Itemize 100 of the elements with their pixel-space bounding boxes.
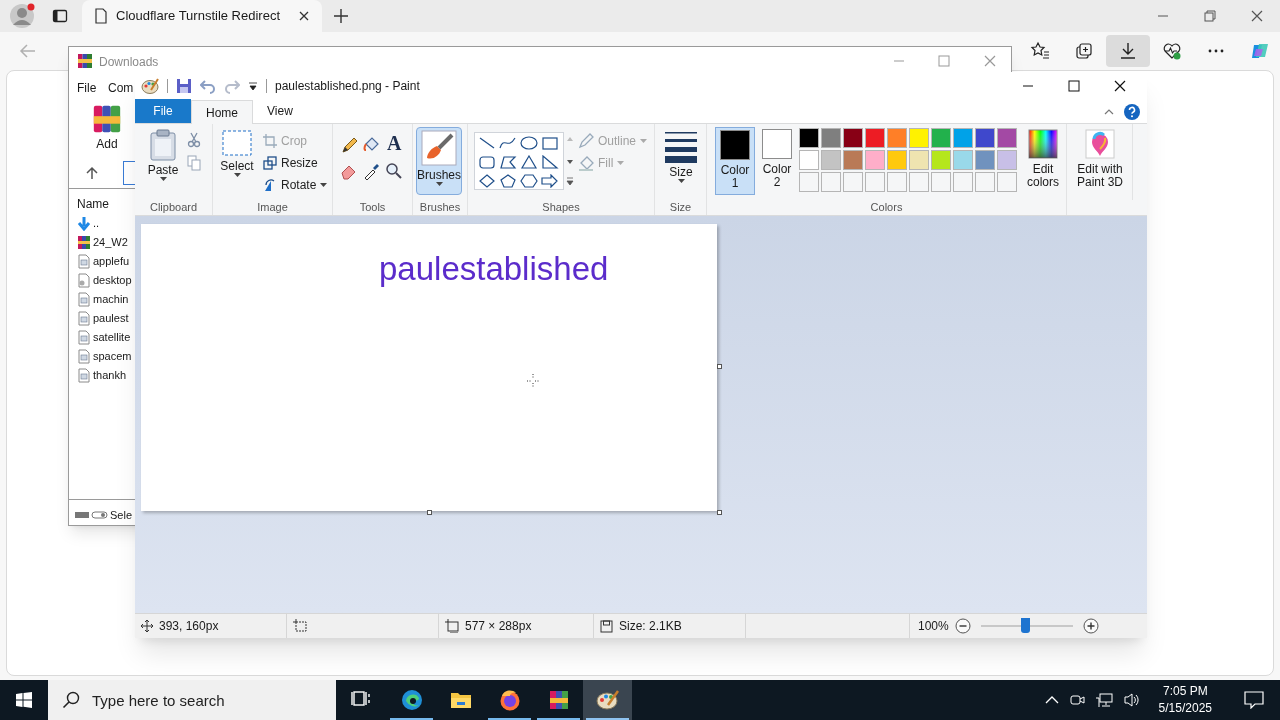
collections-icon[interactable] xyxy=(1074,41,1094,61)
size-button[interactable]: Size xyxy=(659,127,703,195)
file-name[interactable]: thankh xyxy=(93,367,127,384)
color-swatch[interactable] xyxy=(799,150,819,170)
close-icon[interactable] xyxy=(1251,10,1263,22)
pentagon-icon[interactable] xyxy=(499,174,517,188)
resize-handle[interactable] xyxy=(427,510,432,515)
rounded-rectangle-icon[interactable] xyxy=(478,155,496,169)
line-icon[interactable] xyxy=(478,136,496,150)
arrow-icon[interactable] xyxy=(541,174,559,188)
menu-item[interactable]: File xyxy=(77,79,97,97)
file-name[interactable]: spacem xyxy=(93,348,132,365)
curve-icon[interactable] xyxy=(499,136,517,150)
close-icon[interactable] xyxy=(298,10,310,22)
color-swatch[interactable] xyxy=(975,150,995,170)
menu-item[interactable]: Com xyxy=(108,79,134,97)
collapse-icon[interactable] xyxy=(1104,108,1114,116)
magnifier-icon[interactable] xyxy=(385,162,403,180)
zoom-slider[interactable] xyxy=(978,618,1075,634)
column-header[interactable]: Name xyxy=(77,195,109,213)
paint-3d-button[interactable]: Edit with Paint 3D xyxy=(1069,127,1131,195)
chevron-up-icon[interactable] xyxy=(1044,695,1059,705)
empty-swatch[interactable] xyxy=(931,172,951,192)
favorites-icon[interactable] xyxy=(1030,41,1050,61)
color-swatch[interactable] xyxy=(997,128,1017,148)
color-swatch[interactable] xyxy=(821,150,841,170)
palette-icon[interactable] xyxy=(141,77,159,95)
clock[interactable]: 7:05 PM 5/15/2025 xyxy=(1150,683,1220,717)
tab-actions-icon[interactable] xyxy=(52,8,68,24)
empty-swatch[interactable] xyxy=(997,172,1017,192)
right-triangle-icon[interactable] xyxy=(541,155,559,169)
new-tab-icon[interactable] xyxy=(333,8,349,24)
browser-tab[interactable]: Cloudflare Turnstile Redirect xyxy=(82,0,322,32)
resize-button[interactable]: Resize xyxy=(263,154,318,172)
zoom-in-icon[interactable] xyxy=(1082,618,1099,634)
paste-button[interactable]: Paste xyxy=(143,127,183,195)
camera-icon[interactable] xyxy=(1068,692,1085,708)
diamond-icon[interactable] xyxy=(478,174,496,188)
undo-icon[interactable] xyxy=(200,78,216,94)
network-icon[interactable] xyxy=(1094,692,1113,708)
pencil-icon[interactable] xyxy=(341,136,359,154)
rotate-button[interactable]: Rotate xyxy=(263,176,328,194)
hexagon-icon[interactable] xyxy=(520,174,538,188)
ribbon-tab[interactable]: Home xyxy=(191,100,253,124)
polygon-icon[interactable] xyxy=(499,155,517,169)
color-swatch[interactable] xyxy=(909,128,929,148)
drawing-canvas[interactable]: paulestablished xyxy=(141,224,717,511)
fill-bucket-icon[interactable] xyxy=(363,136,381,154)
zoom-out-icon[interactable] xyxy=(954,618,971,634)
resize-handle[interactable] xyxy=(717,364,722,369)
add-button[interactable]: Add xyxy=(83,103,131,153)
color-swatch[interactable] xyxy=(997,150,1017,170)
file-name[interactable]: .. xyxy=(93,215,100,232)
file-name[interactable]: satellite xyxy=(93,329,131,346)
color-swatch[interactable] xyxy=(865,128,885,148)
text-tool-icon[interactable]: A xyxy=(387,133,402,153)
empty-swatch[interactable] xyxy=(821,172,841,192)
ribbon-tab[interactable]: View xyxy=(253,99,307,123)
triangle-icon[interactable] xyxy=(520,155,538,169)
file-name[interactable]: paulest xyxy=(93,310,129,327)
save-icon[interactable] xyxy=(176,78,192,94)
color-swatch[interactable] xyxy=(887,128,907,148)
taskbar-app-button[interactable] xyxy=(583,680,632,720)
empty-swatch[interactable] xyxy=(887,172,907,192)
empty-swatch[interactable] xyxy=(975,172,995,192)
file-name[interactable]: applefu xyxy=(93,253,130,270)
file-name[interactable]: machin xyxy=(93,291,129,308)
up-arrow-icon[interactable] xyxy=(86,166,98,180)
oval-icon[interactable] xyxy=(520,136,538,150)
scissors-icon[interactable] xyxy=(187,132,201,148)
download-button[interactable] xyxy=(1106,35,1150,67)
color-swatch[interactable] xyxy=(843,128,863,148)
empty-swatch[interactable] xyxy=(799,172,819,192)
help-icon[interactable] xyxy=(1124,104,1140,120)
edit-colors-button[interactable]: Edit colors xyxy=(1021,127,1065,195)
color-swatch[interactable] xyxy=(887,150,907,170)
close-icon[interactable] xyxy=(1114,80,1126,92)
maximize-icon[interactable] xyxy=(1068,80,1080,92)
color-swatch[interactable] xyxy=(799,128,819,148)
empty-swatch[interactable] xyxy=(953,172,973,192)
restore-icon[interactable] xyxy=(1204,10,1216,22)
color-slot-button[interactable]: Color 2 xyxy=(757,127,797,195)
color-swatch[interactable] xyxy=(931,128,951,148)
color-picker-icon[interactable] xyxy=(363,162,381,180)
heart-pulse-icon[interactable] xyxy=(1162,41,1182,61)
shapes-gallery[interactable] xyxy=(474,132,564,190)
color-swatch[interactable] xyxy=(821,128,841,148)
copilot-icon[interactable] xyxy=(1250,41,1270,61)
brushes-button[interactable]: Brushes xyxy=(416,127,462,195)
color-swatch[interactable] xyxy=(909,150,929,170)
slider-thumb[interactable] xyxy=(1020,618,1030,633)
profile-icon[interactable] xyxy=(9,3,35,29)
resize-handle[interactable] xyxy=(717,510,722,515)
empty-swatch[interactable] xyxy=(909,172,929,192)
select-button[interactable]: Select xyxy=(217,127,257,195)
empty-swatch[interactable] xyxy=(865,172,885,192)
color-swatch[interactable] xyxy=(931,150,951,170)
file-menu-button[interactable]: File xyxy=(135,99,191,123)
color-slot-button[interactable]: Color 1 xyxy=(715,127,755,195)
volume-icon[interactable] xyxy=(1122,692,1141,708)
